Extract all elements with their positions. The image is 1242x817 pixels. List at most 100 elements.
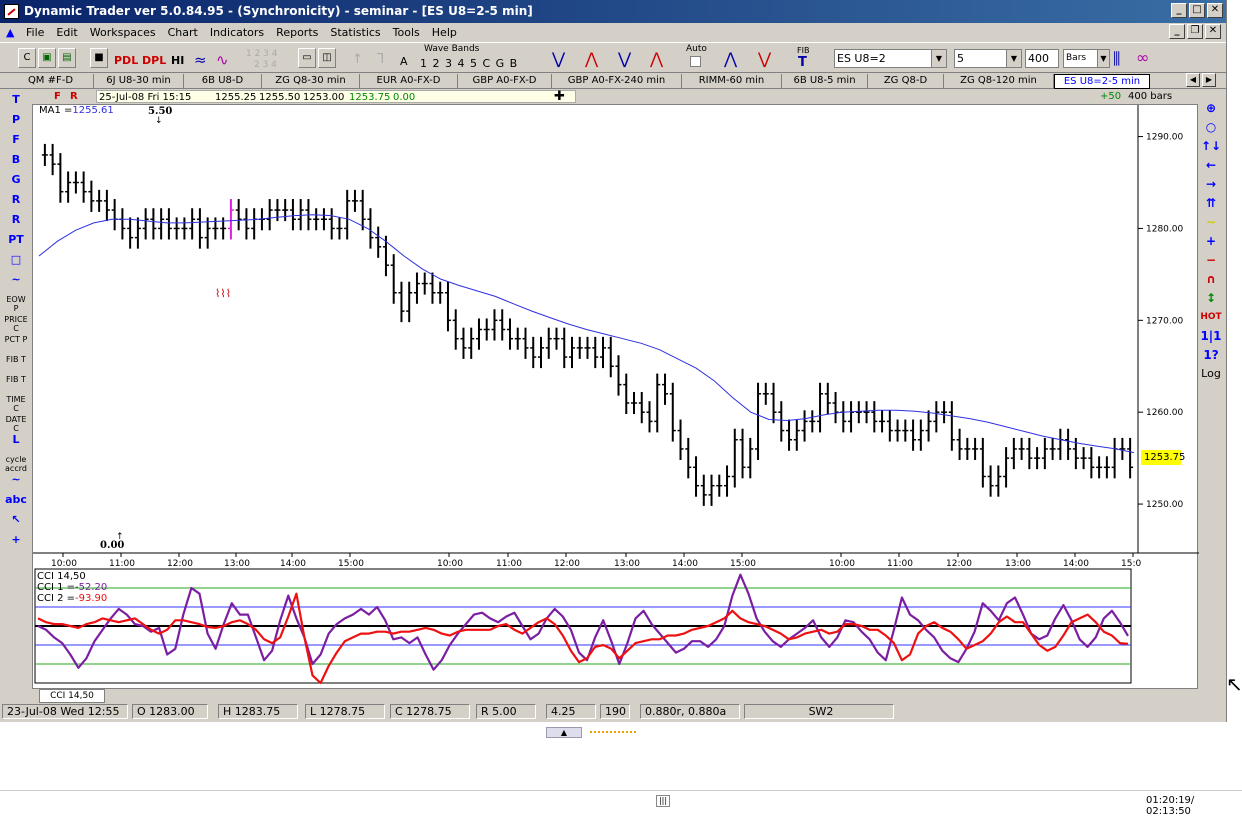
hot-icon[interactable]: HOT	[1199, 310, 1223, 324]
g-tool-icon[interactable]: G	[4, 174, 28, 185]
tab-qm[interactable]: QM #F-D	[8, 74, 94, 89]
right-arrow-icon[interactable]: →	[1199, 177, 1223, 191]
tab-es-5[interactable]: ES U8=2-5 min	[1054, 74, 1150, 89]
time-tool-icon[interactable]: TIME C	[4, 395, 28, 413]
wave-tool-icon[interactable]: ~	[4, 474, 28, 485]
zoom-out-icon[interactable]: ○	[1199, 120, 1223, 134]
zigzag-down2-icon[interactable]: ⋁	[618, 49, 631, 68]
expand-up-icon[interactable]: ▲	[546, 727, 582, 738]
chart-area[interactable]: 1290.00 1280.00 1270.00 1260.00 1250.00 10:0…	[32, 104, 1199, 703]
up-arrows-icon[interactable]: ↑↓	[1199, 139, 1223, 153]
zigzag-tool-icon[interactable]: ~	[4, 274, 28, 285]
price-tool-icon[interactable]: PRICE C	[4, 315, 28, 333]
trend-tool-icon[interactable]: T	[4, 94, 28, 105]
wave-band-digits[interactable]: 1 2 3 4 5 C G B	[420, 57, 518, 70]
dpl-button[interactable]: DPL	[142, 54, 166, 67]
tab-rimm-60[interactable]: RIMM-60 min	[682, 74, 782, 89]
log-icon[interactable]: Log	[1199, 367, 1223, 381]
wave-alt-icon[interactable]: ∿	[216, 51, 229, 69]
select-tool-icon[interactable]: ↖	[4, 514, 28, 525]
close-button[interactable]: ✕	[1207, 3, 1223, 18]
crosshair-icon[interactable]: ✚	[554, 89, 565, 104]
dual-pane-icon[interactable]: ◫	[318, 48, 336, 68]
fib-t2-tool-icon[interactable]: FIB T	[4, 375, 28, 384]
symbol-select[interactable]: ES U8=2 ▼	[834, 49, 947, 68]
menu-help[interactable]: Help	[426, 23, 463, 42]
maximize-button[interactable]: □	[1189, 3, 1205, 18]
wave-icon[interactable]: ≈	[194, 51, 207, 69]
tab-scroll-left-icon[interactable]: ◀	[1186, 73, 1200, 87]
tab-eur-d[interactable]: EUR A0-FX-D	[360, 74, 458, 89]
pattern-down-icon[interactable]: ⋁	[758, 49, 771, 68]
one-one-icon[interactable]: 1|1	[1199, 329, 1223, 343]
bar-chart-icon[interactable]: ⫼	[1113, 49, 1120, 69]
zigzag-up2-icon[interactable]: ⋀	[650, 49, 663, 68]
cross-tool-icon[interactable]: +	[4, 534, 28, 545]
compress-icon[interactable]: ⇈	[1199, 196, 1223, 210]
plus-icon[interactable]: +	[1199, 234, 1223, 248]
mdi-close-button[interactable]: ✕	[1205, 24, 1221, 39]
r2-tool-icon[interactable]: R	[4, 214, 28, 225]
open-file-icon[interactable]: ▤	[58, 48, 76, 68]
up-arrow-icon[interactable]: ↑	[352, 52, 363, 67]
tab-6j-30[interactable]: 6J U8-30 min	[94, 74, 184, 89]
fan-tool-icon[interactable]: F	[4, 134, 28, 145]
r-button[interactable]: R	[70, 89, 78, 104]
minus-icon[interactable]: −	[1199, 253, 1223, 267]
wave-icon[interactable]: ∼	[1199, 215, 1223, 229]
scrubber-handle[interactable]: |||	[656, 795, 670, 807]
menu-statistics[interactable]: Statistics	[324, 23, 386, 42]
zigzag-up-icon[interactable]: ⋀	[585, 49, 598, 68]
price-chart[interactable]: 1290.00 1280.00 1270.00 1260.00 1250.00 10:0…	[33, 105, 1199, 690]
menu-indicators[interactable]: Indicators	[204, 23, 270, 42]
menu-chart[interactable]: Chart	[162, 23, 204, 42]
one-q-icon[interactable]: 1?	[1199, 348, 1223, 362]
interval-select[interactable]: 5 ▼	[954, 49, 1022, 68]
tab-6b-5[interactable]: 6B U8-5 min	[782, 74, 868, 89]
drag-handle[interactable]	[590, 725, 636, 733]
infinity-icon[interactable]: ∞	[1136, 48, 1149, 67]
mdi-minimize-button[interactable]: _	[1169, 24, 1185, 39]
bars-count-input[interactable]: 400	[1025, 49, 1059, 68]
menu-file[interactable]: File	[20, 23, 50, 42]
r-tool-icon[interactable]: R	[4, 194, 28, 205]
pdl-button[interactable]: PDL	[114, 54, 138, 67]
abc-tool-icon[interactable]: abc	[4, 494, 28, 505]
pattern-up-icon[interactable]: ⋀	[724, 49, 737, 68]
zigzag-down-icon[interactable]: ⋁	[552, 49, 565, 68]
cci-tab[interactable]: CCI 14,50	[39, 689, 105, 703]
rect-tool-icon[interactable]: □	[4, 254, 28, 265]
fib-t-tool-icon[interactable]: FIB T	[4, 355, 28, 364]
tab-gbp-d[interactable]: GBP A0-FX-D	[458, 74, 552, 89]
tab-scroll-right-icon[interactable]: ▶	[1202, 73, 1216, 87]
a-button[interactable]: A	[400, 55, 408, 68]
single-pane-icon[interactable]: ▭	[298, 48, 316, 68]
pct-tool-icon[interactable]: PCT P	[4, 335, 28, 344]
magnet-icon[interactable]: ∩	[1199, 272, 1223, 286]
menu-tools[interactable]: Tools	[387, 23, 426, 42]
menu-reports[interactable]: Reports	[270, 23, 324, 42]
left-arrow-icon[interactable]: ←	[1199, 158, 1223, 172]
zoom-in-icon[interactable]: ⊕	[1199, 101, 1223, 115]
tab-zg-30[interactable]: ZG Q8-30 min	[262, 74, 360, 89]
hi-button[interactable]: HI	[171, 54, 184, 67]
save-icon[interactable]: ■	[90, 48, 108, 68]
fib-tool-icon[interactable]: T	[798, 55, 807, 70]
b-tool-icon[interactable]: B	[4, 154, 28, 165]
date-tool-icon[interactable]: DATE C	[4, 415, 28, 433]
mdi-restore-button[interactable]: ❐	[1187, 24, 1203, 39]
menu-edit[interactable]: Edit	[50, 23, 83, 42]
menu-workspaces[interactable]: Workspaces	[84, 23, 162, 42]
cycle-tool-icon[interactable]: cycle accrd	[4, 455, 28, 473]
tab-zg-120[interactable]: ZG Q8-120 min	[944, 74, 1054, 89]
bar-type-select[interactable]: Bars ▼	[1063, 49, 1110, 68]
tab-gbp-240[interactable]: GBP A0-FX-240 min	[552, 74, 682, 89]
tab-zg-d[interactable]: ZG Q8-D	[868, 74, 944, 89]
pt-tool-icon[interactable]: PT	[4, 234, 28, 245]
doc-icon[interactable]: ▲	[6, 23, 20, 42]
parallel-tool-icon[interactable]: P	[4, 114, 28, 125]
f-button[interactable]: F	[54, 89, 61, 104]
tab-6b-d[interactable]: 6B U8-D	[184, 74, 262, 89]
updown-icon[interactable]: ↕	[1199, 291, 1223, 305]
hook-icon[interactable]: Ꞁ	[377, 52, 384, 67]
